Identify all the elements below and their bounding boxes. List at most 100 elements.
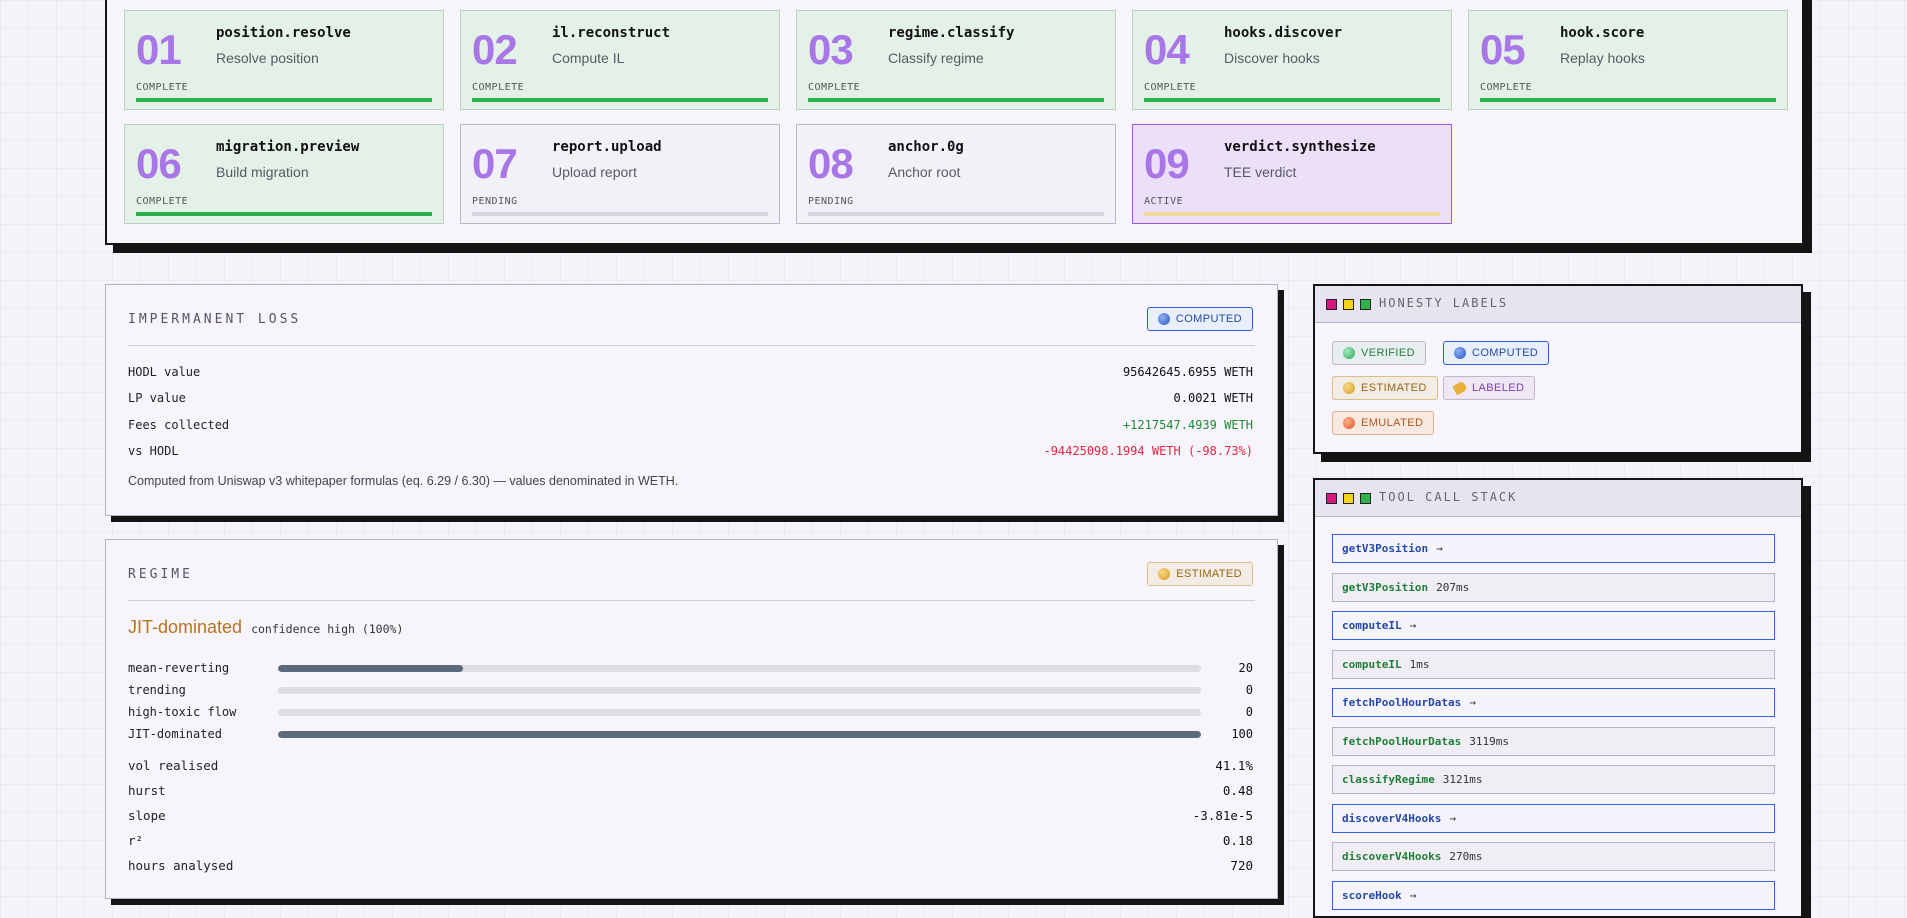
emulated-dot-icon xyxy=(1343,417,1355,429)
pipeline-step-09[interactable]: 09 verdict.synthesize TEE verdict ACTIVE xyxy=(1132,124,1452,224)
step-description: Replay hooks xyxy=(1560,50,1645,66)
estimated-label[interactable]: ESTIMATED xyxy=(1332,376,1438,400)
tool-call-fn: fetchPoolHourDatas xyxy=(1342,734,1462,748)
pipeline-panel: 01 position.resolve Resolve position COMPLE… xyxy=(105,0,1804,245)
step-number: 08 xyxy=(808,140,854,187)
regime-divider xyxy=(128,600,1255,601)
step-number: 06 xyxy=(136,140,182,187)
tool-call-item[interactable]: getV3Position → xyxy=(1332,534,1775,563)
tool-call-fn: computeIL xyxy=(1342,619,1402,632)
tool-call-duration: 270ms xyxy=(1449,850,1483,863)
step-description: Discover hooks xyxy=(1224,50,1320,66)
regime-stat-label: r² xyxy=(128,833,144,848)
il-divider xyxy=(128,345,1255,346)
estimated-dot-icon xyxy=(1158,568,1171,580)
tool-call-fn: discoverV4Hooks xyxy=(1342,850,1442,863)
step-number: 02 xyxy=(472,26,518,73)
window-dot-green xyxy=(1360,299,1371,310)
tool-call-fn: discoverV4Hooks xyxy=(1342,811,1442,825)
estimated-dot-icon xyxy=(1343,382,1355,394)
regime-stat-value: -3.81e-5 xyxy=(1192,808,1253,823)
computed-label[interactable]: COMPUTED xyxy=(1443,341,1550,365)
pipeline-step-03[interactable]: 03 regime.classify Classify regime COMPLETE xyxy=(796,10,1116,110)
il-card-title: IMPERMANENT LOSS xyxy=(128,312,302,327)
regime-bar-label: mean-reverting xyxy=(128,661,230,675)
tool-call-item[interactable]: fetchPoolHourDatas → xyxy=(1332,688,1775,717)
regime-bar-value: 20 xyxy=(1238,661,1253,675)
verified-label[interactable]: VERIFIED xyxy=(1332,341,1426,365)
arrow-right-icon: → xyxy=(1436,542,1443,555)
tool-call-item[interactable]: computeIL → xyxy=(1332,611,1775,640)
step-status: PENDING xyxy=(808,196,854,207)
computed-dot-icon xyxy=(1157,313,1170,325)
pipeline-step-08[interactable]: 08 anchor.0g Anchor root PENDING xyxy=(796,124,1116,224)
il-row-value: -94425098.1994 WETH (-98.73%) xyxy=(1043,444,1253,458)
pipeline-step-01[interactable]: 01 position.resolve Resolve position COMPLE… xyxy=(124,10,444,110)
step-description: Compute IL xyxy=(552,50,625,66)
estimated-label-text: ESTIMATED xyxy=(1361,382,1427,394)
pipeline-step-04[interactable]: 04 hooks.discover Discover hooks COMPLETE xyxy=(1132,10,1452,110)
regime-bar-label: JIT-dominated xyxy=(128,727,222,741)
verified-label-text: VERIFIED xyxy=(1361,347,1415,359)
computed-badge[interactable]: COMPUTED xyxy=(1146,307,1253,331)
regime-bar-label: trending xyxy=(128,683,186,697)
labeled-label[interactable]: LABELED xyxy=(1443,376,1536,400)
tool-call-item[interactable]: discoverV4Hooks → xyxy=(1332,803,1775,833)
tool-call-item[interactable]: fetchPoolHourDatas 3119ms xyxy=(1332,726,1775,756)
step-progress-bar xyxy=(808,212,1104,216)
arrow-right-icon: → xyxy=(1409,619,1417,632)
step-number: 01 xyxy=(136,26,182,73)
tool-call-fn: getV3Position xyxy=(1342,580,1429,594)
tool-call-item[interactable]: scoreHook → xyxy=(1332,880,1775,910)
regime-bar-value: 0 xyxy=(1245,683,1253,697)
step-progress-bar xyxy=(136,98,432,102)
tool-call-item[interactable]: computeIL 1ms xyxy=(1332,649,1775,679)
il-row-label: HODL value xyxy=(128,365,201,379)
step-number: 09 xyxy=(1144,140,1190,187)
estimated-badge-label: ESTIMATED xyxy=(1176,568,1242,580)
step-status: ACTIVE xyxy=(1144,196,1184,207)
step-name: verdict.synthesize xyxy=(1224,139,1376,155)
impermanent-loss-card: IMPERMANENT LOSS COMPUTED HODL value 956… xyxy=(105,284,1278,516)
il-note: Computed from Uniswap v3 whitepaper form… xyxy=(128,474,679,488)
estimated-badge[interactable]: ESTIMATED xyxy=(1147,562,1253,586)
step-status: COMPLETE xyxy=(136,196,189,207)
step-progress-bar xyxy=(472,212,768,216)
arrow-right-icon: → xyxy=(1469,696,1476,709)
regime-name: JIT-dominated xyxy=(128,617,243,637)
step-number: 07 xyxy=(472,140,518,187)
step-status: COMPLETE xyxy=(136,82,189,93)
regime-stat-label: hurst xyxy=(128,783,166,798)
pipeline-step-07[interactable]: 07 report.upload Upload report PENDING xyxy=(460,124,780,224)
pipeline-step-06[interactable]: 06 migration.preview Build migration COMPLE… xyxy=(124,124,444,224)
il-row-value: +1217547.4939 WETH xyxy=(1122,418,1253,432)
il-row-label: Fees collected xyxy=(128,418,230,432)
regime-stat-label: slope xyxy=(128,808,166,823)
regime-card: REGIME ESTIMATED JIT-dominated confidenc… xyxy=(105,539,1278,899)
step-number: 05 xyxy=(1480,26,1526,73)
arrow-right-icon: → xyxy=(1449,811,1456,825)
emulated-label[interactable]: EMULATED xyxy=(1332,411,1435,435)
regime-bar-track xyxy=(278,665,1201,672)
tool-call-fn: getV3Position xyxy=(1342,542,1429,555)
step-progress-bar xyxy=(1480,98,1776,102)
tool-call-item[interactable]: discoverV4Hooks 270ms xyxy=(1332,842,1775,871)
step-description: Classify regime xyxy=(888,50,984,66)
honesty-window-title: HONESTY LABELS xyxy=(1379,296,1509,310)
step-progress-bar xyxy=(1144,98,1440,102)
pipeline-step-02[interactable]: 02 il.reconstruct Compute IL COMPLETE xyxy=(460,10,780,110)
tool-call-item[interactable]: classifyRegime 3121ms xyxy=(1332,765,1775,794)
computed-dot-icon xyxy=(1454,347,1466,359)
computed-badge-label: COMPUTED xyxy=(1175,313,1242,325)
computed-label-text: COMPUTED xyxy=(1472,347,1539,359)
honesty-window-header: HONESTY LABELS xyxy=(1315,286,1801,323)
step-status: COMPLETE xyxy=(808,82,861,93)
regime-bar-label: high-toxic flow xyxy=(128,705,237,719)
tool-call-duration: 3119ms xyxy=(1469,734,1509,748)
honesty-labels-window: HONESTY LABELS VERIFIED COMPUTED ESTIMAT… xyxy=(1313,284,1803,454)
arrow-right-icon: → xyxy=(1409,888,1417,902)
pipeline-step-05[interactable]: 05 hook.score Replay hooks COMPLETE xyxy=(1468,10,1788,110)
regime-headline: JIT-dominated confidence high (100%) xyxy=(128,617,403,638)
tool-call-item[interactable]: getV3Position 207ms xyxy=(1332,572,1775,602)
tool-call-fn: scoreHook xyxy=(1342,888,1402,902)
